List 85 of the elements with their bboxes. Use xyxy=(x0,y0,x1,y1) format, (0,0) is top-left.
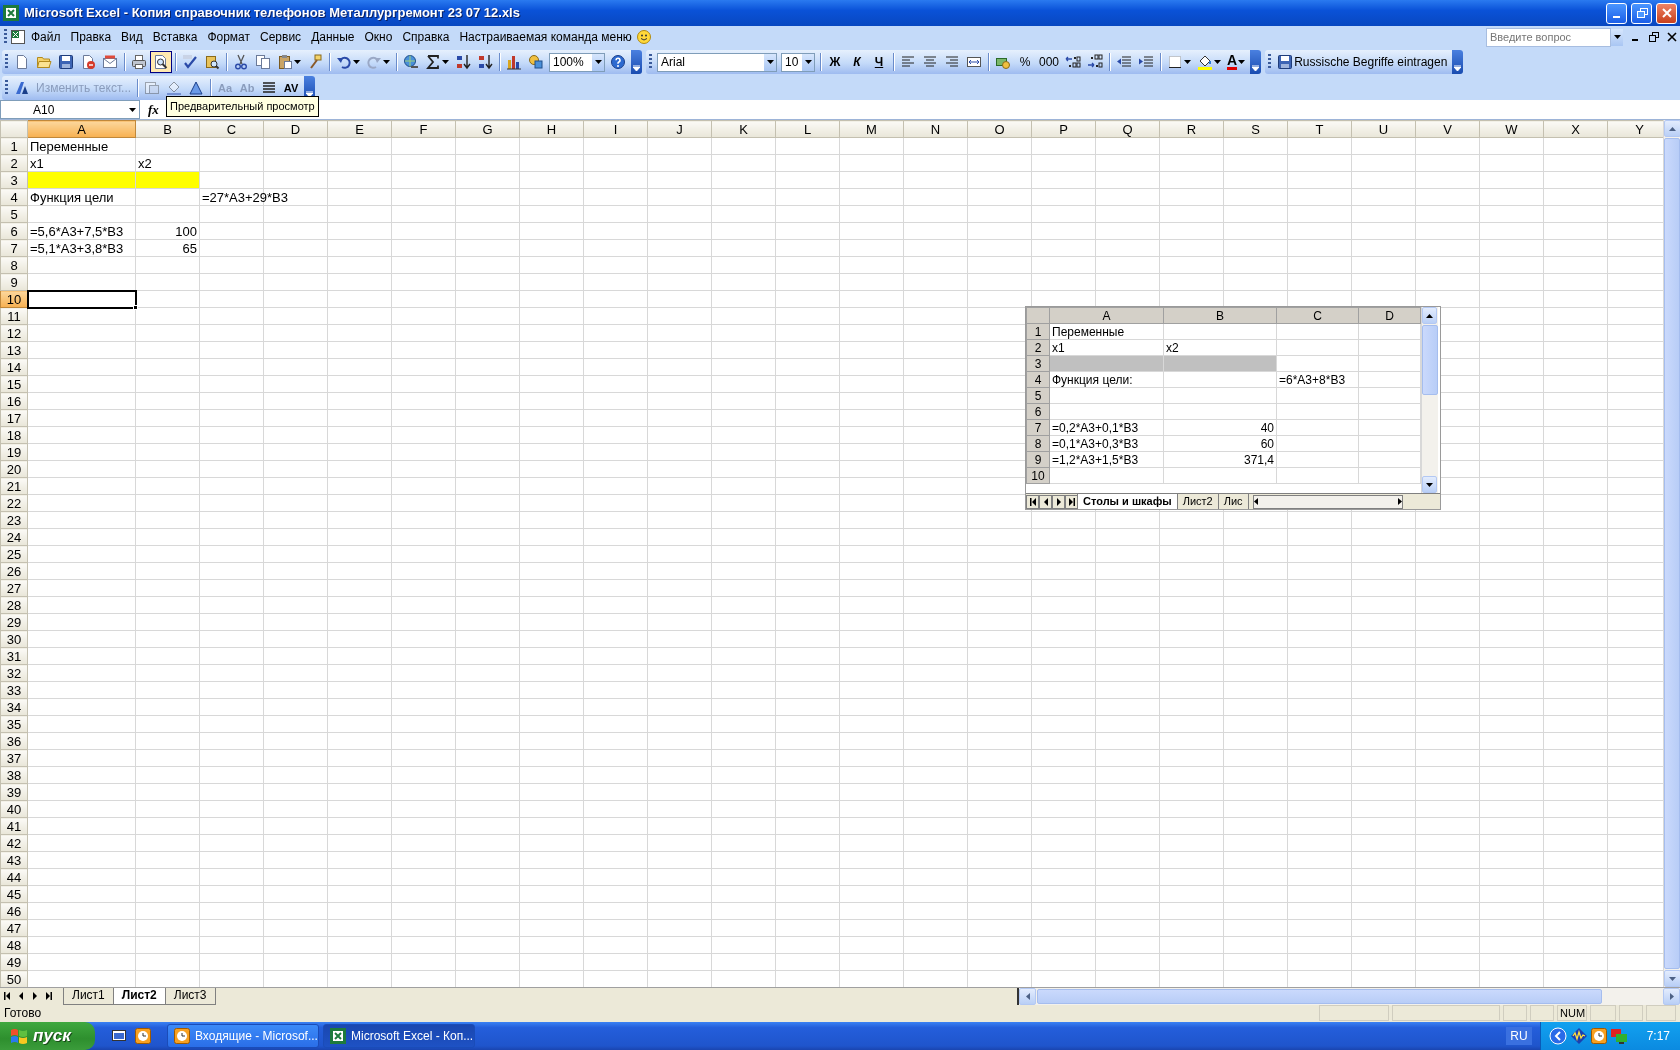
column-header[interactable]: K xyxy=(711,120,776,138)
name-box[interactable]: A10 xyxy=(0,100,140,119)
column-header[interactable]: P xyxy=(1031,120,1096,138)
font-color-button[interactable]: A xyxy=(1224,51,1249,73)
menu-item[interactable]: Вставка xyxy=(147,27,203,47)
cell-text: 371,4 xyxy=(1242,452,1274,467)
column-header[interactable]: B xyxy=(1163,307,1277,324)
column-header[interactable]: G xyxy=(455,120,520,138)
menu-item[interactable]: Формат xyxy=(202,27,256,47)
underline-button[interactable]: Ч xyxy=(868,51,890,73)
cell-text: 100 xyxy=(174,223,197,239)
cell-text: =5,6*A3+7,5*B3 xyxy=(30,223,124,239)
sheet-tab[interactable]: Лист2 xyxy=(112,987,166,1005)
column-header[interactable]: I xyxy=(583,120,648,138)
column-header[interactable]: U xyxy=(1351,120,1416,138)
zoom-combo[interactable]: 100% xyxy=(549,52,605,72)
column-header[interactable]: O xyxy=(967,120,1032,138)
column-header[interactable]: V xyxy=(1415,120,1480,138)
column-header[interactable]: A xyxy=(1049,307,1164,324)
cell-text: Переменные xyxy=(30,138,109,154)
column-header[interactable]: Y xyxy=(1607,120,1663,138)
column-header[interactable]: T xyxy=(1287,120,1352,138)
column-header[interactable]: E xyxy=(327,120,392,138)
menu-item[interactable]: Вид xyxy=(116,27,148,47)
thousands-button[interactable]: 000 xyxy=(1036,51,1063,73)
column-header[interactable]: D xyxy=(1358,307,1421,324)
column-header[interactable]: N xyxy=(903,120,968,138)
column-header[interactable]: J xyxy=(647,120,712,138)
sheet-tab[interactable]: Лист3 xyxy=(164,987,216,1005)
column-header[interactable]: C xyxy=(1276,307,1359,324)
taskbar-button[interactable]: Входящие - Microsof... xyxy=(167,1024,319,1048)
cell-text: =6*A3+8*B3 xyxy=(1279,372,1346,387)
cell-text: Переменные xyxy=(1052,324,1125,339)
column-header[interactable]: R xyxy=(1159,120,1224,138)
status-text: Готово xyxy=(4,1005,42,1022)
cell-text: Функция цели xyxy=(30,189,114,205)
column-header[interactable]: S xyxy=(1223,120,1288,138)
status-indicator: NUM xyxy=(1557,1005,1587,1021)
help-search-field[interactable]: Введите вопрос xyxy=(1486,27,1611,47)
cell-text: x1 xyxy=(30,155,44,171)
column-header[interactable]: M xyxy=(839,120,904,138)
bold-button[interactable]: Ж xyxy=(824,51,846,73)
cell-text: Функция цели: xyxy=(1052,372,1133,387)
cell-text: =5,1*A3+3,8*B3 xyxy=(30,240,124,256)
menu-item[interactable]: Справка xyxy=(397,27,455,47)
character-spacing-button[interactable]: AV xyxy=(280,77,303,99)
cell-text: 65 xyxy=(181,240,197,256)
menu-item[interactable]: Файл xyxy=(26,27,66,47)
menu-item[interactable]: Сервис xyxy=(255,27,307,47)
language-indicator[interactable]: RU xyxy=(1506,1027,1532,1045)
percent-button[interactable]: % xyxy=(1014,51,1036,73)
column-header[interactable]: F xyxy=(391,120,456,138)
clock: 7:17 xyxy=(1646,1028,1670,1045)
cell-text: x1 xyxy=(1052,340,1065,355)
font-combo[interactable]: Arial xyxy=(657,52,777,72)
menu-item[interactable]: Настраиваемая команда меню xyxy=(454,27,637,47)
window-title: Microsoft Excel - Копия справочник телефонов Металлургремонт 23 07 12.xls xyxy=(24,4,520,23)
taskbar-button[interactable]: Microsoft Excel - Коп... xyxy=(323,1024,475,1048)
cell-text: x2 xyxy=(138,155,152,171)
cell-text: x2 xyxy=(1166,340,1179,355)
cell-text: =0,2*A3+0,1*B3 xyxy=(1052,420,1139,435)
cell-text: =1,2*A3+1,5*B3 xyxy=(1052,452,1139,467)
font-size-combo[interactable]: 10 xyxy=(781,52,815,72)
column-header[interactable]: D xyxy=(263,120,328,138)
column-header[interactable]: A xyxy=(27,120,136,138)
menu-item[interactable]: Окно xyxy=(359,27,398,47)
macro-button[interactable]: Russische Begriffe eintragen xyxy=(1274,51,1451,73)
start-button[interactable]: пуск xyxy=(0,1022,95,1050)
cell-text: 40 xyxy=(1259,420,1274,435)
menu-item[interactable]: Данные xyxy=(306,27,360,47)
cell-text: =0,1*A3+0,3*B3 xyxy=(1052,436,1139,451)
insert-function-button[interactable]: fx xyxy=(148,99,159,120)
column-header[interactable]: W xyxy=(1479,120,1544,138)
column-header[interactable]: Q xyxy=(1095,120,1160,138)
column-header[interactable]: C xyxy=(199,120,264,138)
column-header[interactable]: L xyxy=(775,120,840,138)
cell-text: 60 xyxy=(1259,436,1274,451)
menu-item[interactable]: Правка xyxy=(65,27,117,47)
column-header[interactable]: B xyxy=(135,120,200,138)
column-header[interactable]: X xyxy=(1543,120,1608,138)
tooltip: Предварительный просмотр xyxy=(166,96,319,117)
column-header[interactable]: H xyxy=(519,120,584,138)
sheet-tab[interactable]: Лист1 xyxy=(63,987,114,1005)
cell-text: =27*A3+29*B3 xyxy=(202,189,289,205)
italic-button[interactable]: К xyxy=(846,51,868,73)
